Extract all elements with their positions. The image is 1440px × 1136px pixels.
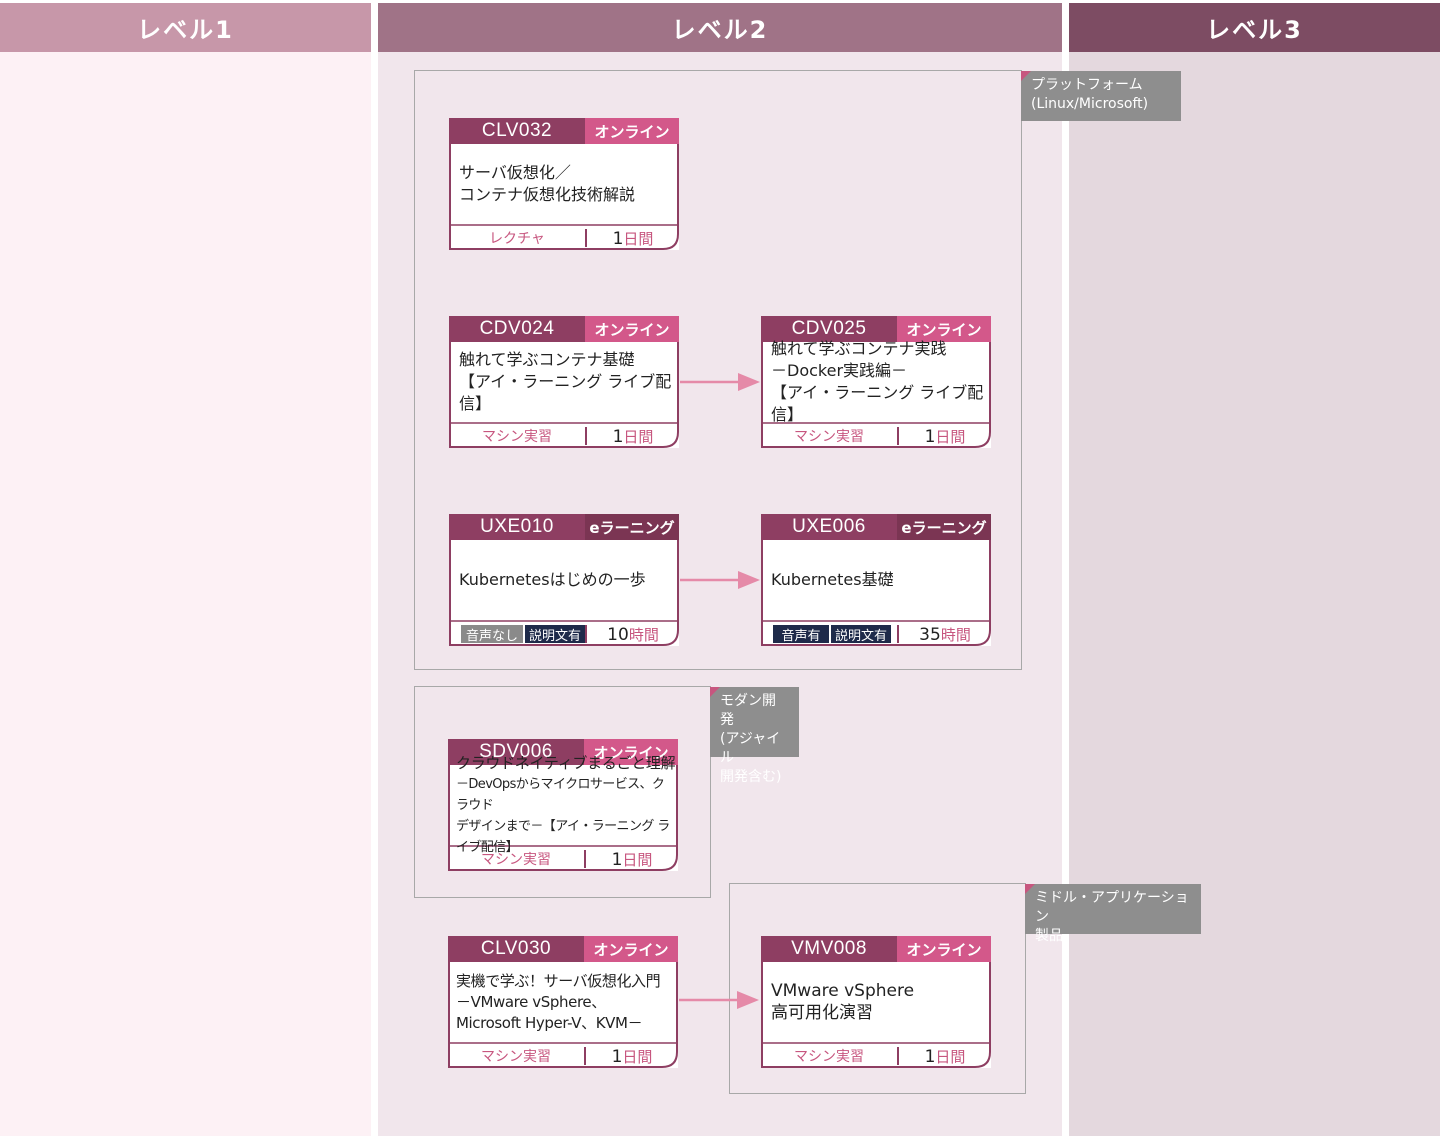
media-info: 音声なし 説明文有 [461, 625, 585, 644]
level3-header: レベル3 [1069, 3, 1440, 52]
course-title: Kubernetesはじめの一歩 [459, 570, 646, 589]
course-duration: 1日間 [611, 1046, 653, 1067]
course-id: CLV030 [448, 936, 584, 962]
caption-badge: 説明文有 [831, 625, 891, 644]
course-title: VMware vSphere 高可用化演習 [771, 981, 915, 1023]
delivery-badge: オンライン [897, 936, 991, 962]
course-title: 触れて学ぶコンテナ実践 －Docker実践編－ 【アイ・ラーニング ライブ配信】 [771, 339, 984, 424]
arrow-clv030-to-vmv008 [679, 991, 759, 1009]
course-id: CLV032 [449, 118, 585, 144]
delivery-badge: オンライン [585, 118, 679, 144]
course-id: UXE010 [449, 514, 585, 540]
modern-group-tag: モダン開発 (アジャイル 開発含む) [710, 687, 799, 785]
media-info: 音声有 説明文有 [773, 625, 897, 644]
course-card-clv032[interactable]: CLV032 オンライン サーバ仮想化／ コンテナ仮想化技術解説 レクチャ 1日間 [449, 118, 679, 250]
course-method: マシン実習 [482, 429, 552, 445]
course-title: 触れて学ぶコンテナ基礎 【アイ・ラーニング ライブ配信】 [459, 350, 672, 413]
course-method: マシン実習 [481, 1049, 551, 1065]
level3-column [1069, 52, 1440, 1136]
course-title: Kubernetes基礎 [771, 570, 894, 589]
course-id: CDV024 [449, 316, 585, 342]
course-card-uxe006[interactable]: UXE006 eラーニング Kubernetes基礎 音声有 説明文有 35時間 [761, 514, 991, 646]
course-method: マシン実習 [794, 429, 864, 445]
platform-group-tag: プラットフォーム (Linux/Microsoft) [1021, 71, 1181, 121]
delivery-badge: eラーニング [585, 514, 679, 540]
audio-badge: 音声有 [773, 625, 829, 644]
course-title: クラウドネイティブまるごと理解 －DevOpsからマイクロサービス、クラウド デザイ… [456, 753, 676, 855]
course-duration: 1日間 [924, 1046, 966, 1067]
course-duration: 10時間 [607, 624, 659, 645]
level2-header: レベル2 [378, 3, 1062, 52]
course-card-vmv008[interactable]: VMV008 オンライン VMware vSphere 高可用化演習 マシン実習 … [761, 936, 991, 1068]
middleware-group-tag: ミドル・アプリケーション 製品 [1025, 884, 1201, 944]
delivery-badge: オンライン [585, 316, 679, 342]
course-title: 実機で学ぶ！サーバ仮想化入門 －VMware vSphere、 Microsoft … [456, 971, 661, 1032]
delivery-badge: オンライン [584, 936, 678, 962]
level1-header: レベル1 [0, 3, 371, 52]
course-duration: 1日間 [612, 228, 654, 249]
course-duration: 1日間 [611, 849, 653, 870]
course-card-clv030[interactable]: CLV030 オンライン 実機で学ぶ！サーバ仮想化入門 －VMware vSphe… [448, 936, 678, 1068]
course-method: レクチャ [489, 231, 545, 247]
course-title: サーバ仮想化／ コンテナ仮想化技術解説 [459, 163, 636, 204]
caption-badge: 説明文有 [525, 625, 585, 644]
arrow-cdv024-to-cdv025 [680, 373, 760, 391]
level1-column [0, 52, 371, 1136]
course-card-uxe010[interactable]: UXE010 eラーニング Kubernetesはじめの一歩 音声なし 説明文有… [449, 514, 679, 646]
course-card-cdv024[interactable]: CDV024 オンライン 触れて学ぶコンテナ基礎 【アイ・ラーニング ライブ配信】… [449, 316, 679, 448]
course-duration: 1日間 [924, 426, 966, 447]
course-card-sdv006[interactable]: SDV006 オンライン クラウドネイティブまるごと理解 －DevOpsからマイク… [448, 739, 678, 871]
course-method: マシン実習 [794, 1049, 864, 1065]
course-method: マシン実習 [481, 852, 551, 868]
course-id: UXE006 [761, 514, 897, 540]
course-duration: 1日間 [612, 426, 654, 447]
delivery-badge: eラーニング [897, 514, 991, 540]
course-duration: 35時間 [919, 624, 971, 645]
course-id: VMV008 [761, 936, 897, 962]
arrow-uxe010-to-uxe006 [680, 571, 760, 589]
audio-badge: 音声なし [461, 625, 523, 644]
course-card-cdv025[interactable]: CDV025 オンライン 触れて学ぶコンテナ実践 －Docker実践編－ 【アイ・ラ… [761, 316, 991, 448]
